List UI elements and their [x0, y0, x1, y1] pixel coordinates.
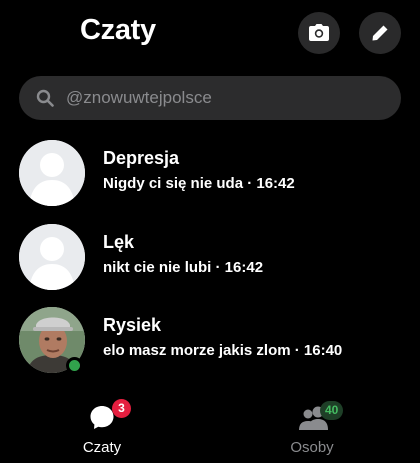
new-message-button[interactable]: [359, 12, 401, 54]
avatar: [19, 140, 85, 206]
active-people-badge: 40: [320, 401, 344, 420]
tab-people[interactable]: 40 Osoby: [254, 395, 374, 463]
online-status-dot: [66, 357, 83, 374]
avatar: [19, 224, 85, 290]
chat-item-rysiek[interactable]: Rysiek elo masz morze jakis zlom · 16:40: [0, 307, 420, 385]
chat-item-lek[interactable]: Lęk nikt cie nie lubi · 16:42: [0, 224, 420, 302]
bottom-nav: 3 Czaty 40 Osoby: [0, 395, 420, 463]
page-title: Czaty: [80, 14, 156, 46]
chat-preview: Nigdy ci się nie uda · 16:42: [103, 175, 295, 192]
default-avatar-icon: [19, 224, 85, 290]
header: Czaty: [0, 0, 420, 66]
chat-preview: nikt cie nie lubi · 16:42: [103, 259, 264, 276]
search-bar[interactable]: [19, 76, 401, 120]
unread-badge: 3: [112, 399, 131, 418]
chat-item-depresja[interactable]: Depresja Nigdy ci się nie uda · 16:42: [0, 140, 420, 218]
tab-people-label: Osoby: [290, 439, 334, 456]
search-icon: [36, 89, 54, 107]
search-input[interactable]: [66, 88, 366, 108]
tab-chats-label: Czaty: [82, 439, 122, 456]
default-avatar-icon: [19, 140, 85, 206]
chat-preview: elo masz morze jakis zlom · 16:40: [103, 342, 343, 359]
tab-chats[interactable]: 3 Czaty: [44, 395, 164, 463]
chat-name: Rysiek: [103, 315, 162, 335]
camera-icon: [309, 24, 329, 41]
chat-name: Lęk: [103, 232, 135, 252]
chat-name: Depresja: [103, 148, 180, 168]
pencil-icon: [372, 25, 388, 41]
chats-screen: Czaty Depresj: [0, 0, 420, 463]
camera-button[interactable]: [298, 12, 340, 54]
